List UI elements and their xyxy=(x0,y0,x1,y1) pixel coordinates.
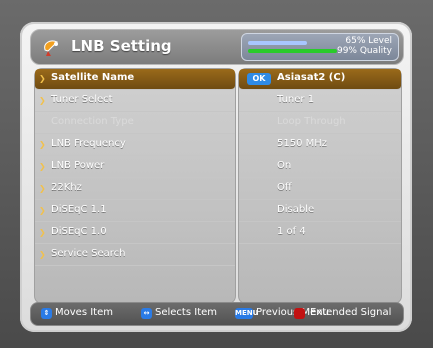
chevron-right-icon: ❯ xyxy=(39,74,46,83)
ok-badge: OK xyxy=(247,73,271,85)
help-moves-item: Moves Item xyxy=(55,307,113,318)
menu-label-service-search: Service Search xyxy=(51,248,126,259)
screen: LNB Setting 65% Level 99% Quality ❯ Sate… xyxy=(0,0,433,348)
menu-row-diseqc-1-0[interactable]: ❯ DiSEqC 1.0 xyxy=(35,223,235,244)
value-row-satellite-name[interactable]: OK Asiasat2 (C) xyxy=(239,69,401,90)
value-row-lnb-power[interactable]: On xyxy=(239,157,401,178)
menu-row-lnb-frequency[interactable]: ❯ LNB Frequency xyxy=(35,135,235,156)
value-row-22khz[interactable]: Off xyxy=(239,179,401,200)
lnb-setting-window: LNB Setting 65% Level 99% Quality ❯ Sate… xyxy=(20,22,412,332)
value-satellite-name: Asiasat2 (C) xyxy=(277,72,346,83)
menu-row-satellite-name[interactable]: ❯ Satellite Name xyxy=(35,69,235,90)
value-row-diseqc-1-0[interactable]: 1 of 4 xyxy=(239,223,401,244)
menu-row-lnb-power[interactable]: ❯ LNB Power xyxy=(35,157,235,178)
settings-value-list: OK Asiasat2 (C) Tuner 1 Loop Through 515… xyxy=(238,68,402,304)
menu-row-22khz[interactable]: ❯ 22Khz xyxy=(35,179,235,200)
up-down-arrows-icon: ⇕ xyxy=(41,308,52,319)
value-row-tuner-select[interactable]: Tuner 1 xyxy=(239,91,401,112)
chevron-right-icon: ❯ xyxy=(39,140,46,149)
settings-label-list: ❯ Satellite Name ❯ Tuner Select Connecti… xyxy=(34,68,236,304)
quality-bar xyxy=(248,49,337,53)
menu-label-satellite-name: Satellite Name xyxy=(51,72,135,83)
level-text: 65% Level xyxy=(345,36,392,46)
menu-row-diseqc-1-1[interactable]: ❯ DiSEqC 1.1 xyxy=(35,201,235,222)
menu-label-diseqc-1-1: DiSEqC 1.1 xyxy=(51,204,107,215)
menu-label-22khz: 22Khz xyxy=(51,182,82,193)
menu-label-lnb-frequency: LNB Frequency xyxy=(51,138,126,149)
menu-label-connection-type: Connection Type xyxy=(51,116,134,127)
chevron-right-icon: ❯ xyxy=(39,250,46,259)
red-button-icon xyxy=(294,308,305,319)
quality-text: 99% Quality xyxy=(336,46,392,56)
value-22khz: Off xyxy=(277,182,292,193)
title-bar: LNB Setting 65% Level 99% Quality xyxy=(30,29,404,65)
menu-button-icon: MENU xyxy=(235,308,259,319)
chevron-right-icon: ❯ xyxy=(39,228,46,237)
value-row-diseqc-1-1[interactable]: Disable xyxy=(239,201,401,222)
signal-indicator: 65% Level 99% Quality xyxy=(241,33,399,61)
chevron-right-icon: ❯ xyxy=(39,184,46,193)
value-tuner-select: Tuner 1 xyxy=(277,94,315,105)
menu-row-connection-type: Connection Type xyxy=(35,113,235,134)
value-diseqc-1-0: 1 of 4 xyxy=(277,226,306,237)
chevron-right-icon: ❯ xyxy=(39,96,46,105)
chevron-right-icon: ❯ xyxy=(39,162,46,171)
value-connection-type: Loop Through xyxy=(277,116,346,127)
menu-row-tuner-select[interactable]: ❯ Tuner Select xyxy=(35,91,235,112)
menu-label-lnb-power: LNB Power xyxy=(51,160,105,171)
value-diseqc-1-1: Disable xyxy=(277,204,315,215)
left-right-arrows-icon: ↔ xyxy=(141,308,152,319)
level-bar xyxy=(248,41,307,45)
help-bar: ⇕ Moves Item ↔ Selects Item MENU Previou… xyxy=(30,302,404,326)
value-lnb-power: On xyxy=(277,160,292,171)
value-row-lnb-frequency[interactable]: 5150 MHz xyxy=(239,135,401,156)
menu-row-service-search[interactable]: ❯ Service Search xyxy=(35,245,235,266)
value-row-connection-type: Loop Through xyxy=(239,113,401,134)
help-selects-item: Selects Item xyxy=(155,307,218,318)
menu-label-tuner-select: Tuner Select xyxy=(51,94,113,105)
chevron-right-icon: ❯ xyxy=(39,206,46,215)
satellite-dish-icon xyxy=(44,40,58,56)
page-title: LNB Setting xyxy=(71,37,172,55)
help-extended-signal: Extended Signal xyxy=(310,307,392,318)
menu-label-diseqc-1-0: DiSEqC 1.0 xyxy=(51,226,107,237)
value-lnb-frequency: 5150 MHz xyxy=(277,138,328,149)
